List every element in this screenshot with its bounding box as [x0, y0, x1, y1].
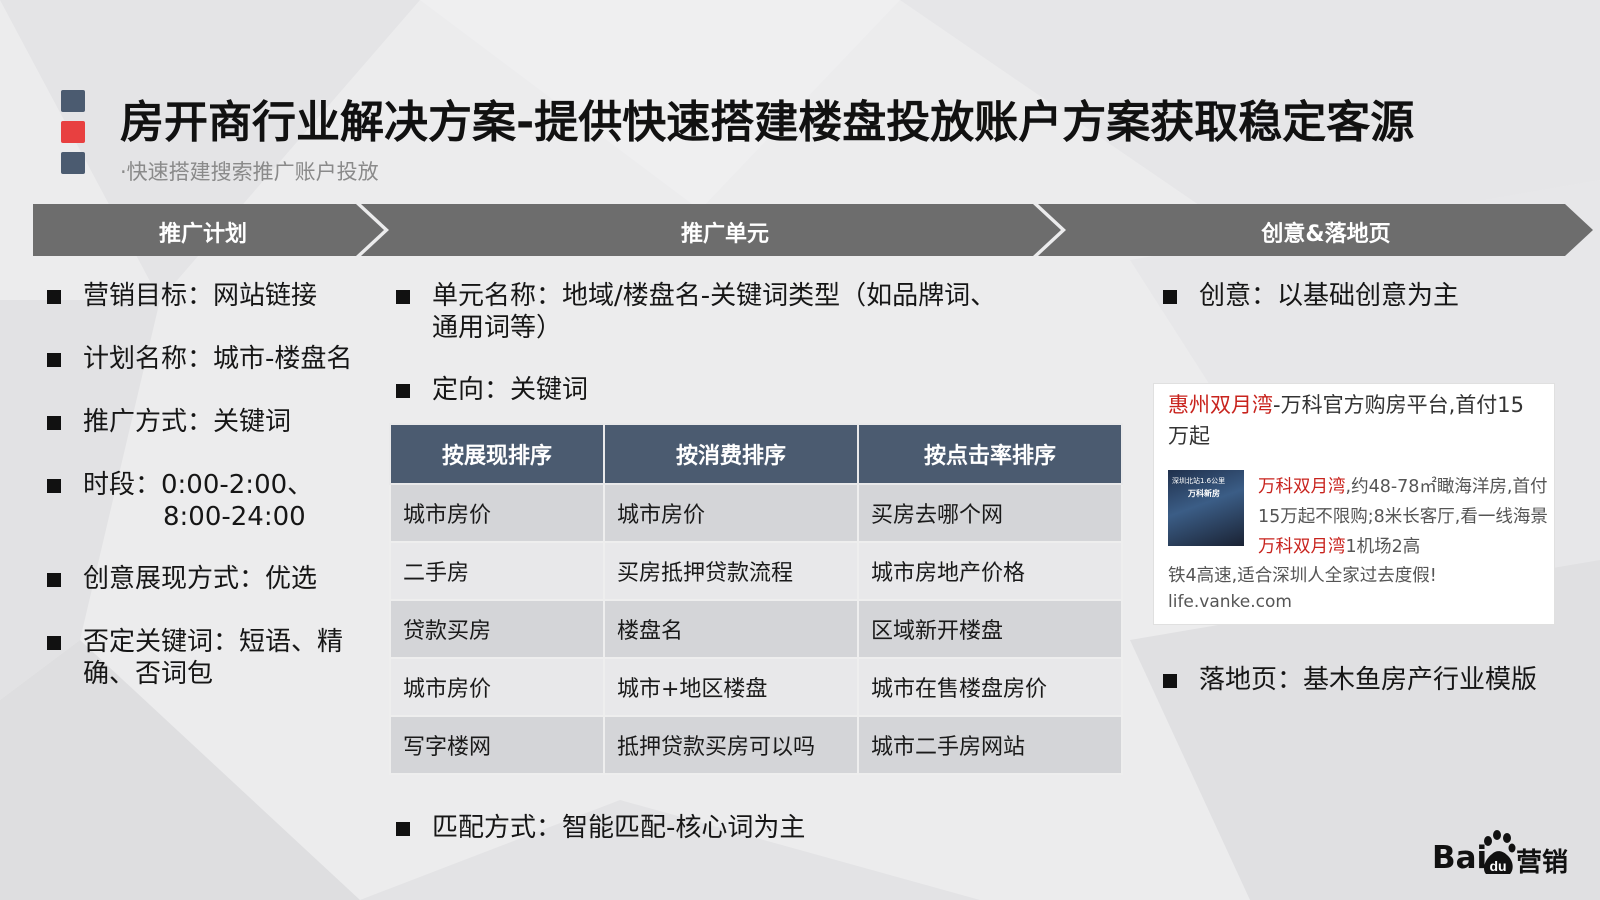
paw-icon: du: [1484, 830, 1516, 874]
column-header-impressions: 按展现排序: [389, 423, 605, 485]
table-row: 城市房价 城市+地区楼盘 城市在售楼盘房价: [389, 657, 1123, 717]
title-markers: [61, 90, 85, 183]
ad-url[interactable]: life.vanke.com: [1168, 592, 1292, 612]
table-row: 城市房价 城市房价 买房去哪个网: [389, 483, 1123, 543]
table-row: 写字楼网 抵押贷款买房可以吗 城市二手房网站: [389, 715, 1123, 775]
svg-text:du: du: [1489, 858, 1506, 874]
table-cell: 楼盘名: [603, 599, 859, 659]
unit-list: 单元名称：地域/楼盘名-关键词类型（如品牌词、 通用词等） 定向：关键词: [396, 280, 1116, 406]
plan-item: 计划名称：城市-楼盘名: [47, 343, 387, 375]
bullet-square: [47, 290, 61, 304]
bullet-square: [396, 290, 410, 304]
page-title: 房开商行业解决方案-提供快速搭建楼盘投放账户方案获取稳定客源: [120, 97, 1415, 148]
ad-preview-card: 惠州双月湾-万科官方购房平台,首付15万起 深圳北站1.6公里 万科新房 万科双…: [1153, 383, 1555, 625]
bullet-square: [396, 384, 410, 398]
plan-item: 否定关键词：短语、精 确、否词包: [47, 626, 387, 690]
ad-title[interactable]: 惠州双月湾-万科官方购房平台,首付15万起: [1168, 390, 1543, 452]
table-cell: 城市+地区楼盘: [603, 657, 859, 717]
landing-list: 落地页：基木鱼房产行业模版: [1163, 664, 1583, 696]
table-header-row: 按展现排序 按消费排序 按点击率排序: [389, 423, 1123, 485]
match-list: 匹配方式：智能匹配-核心词为主: [396, 812, 1116, 844]
table-cell: 买房去哪个网: [857, 483, 1123, 543]
bullet-square: [1163, 290, 1177, 304]
marker-slate-bottom: [61, 152, 85, 174]
table-cell: 城市房地产价格: [857, 541, 1123, 601]
ad-description: 万科双月湾,约48-78㎡瞰海洋房,首付15万起不限购;8米长客厅,看一线海景万…: [1258, 477, 1548, 557]
bullet-square: [1163, 674, 1177, 688]
stage-label-unit: 推广单元: [680, 222, 769, 247]
plan-item: 推广方式：关键词: [47, 406, 387, 438]
marker-red: [61, 121, 85, 143]
unit-targeting-item: 定向：关键词: [396, 374, 1116, 406]
table-cell: 城市房价: [389, 483, 605, 543]
unit-match-item: 匹配方式：智能匹配-核心词为主: [396, 812, 1116, 844]
bullet-square: [47, 353, 61, 367]
plan-item: 创意展现方式：优选: [47, 563, 387, 595]
bullet-square: [47, 479, 61, 493]
creative-list: 创意：以基础创意为主: [1163, 280, 1583, 312]
ad-thumbnail[interactable]: 深圳北站1.6公里 万科新房: [1168, 470, 1244, 546]
table-cell: 城市在售楼盘房价: [857, 657, 1123, 717]
column-header-spend: 按消费排序: [603, 423, 859, 485]
table-cell: 抵押贷款买房可以吗: [603, 715, 859, 775]
plan-item: 时段：0:00-2:00、 8:00-24:00: [47, 469, 387, 533]
table-cell: 买房抵押贷款流程: [603, 541, 859, 601]
table-row: 二手房 买房抵押贷款流程 城市房地产价格: [389, 541, 1123, 601]
plan-item: 营销目标：网站链接: [47, 280, 387, 312]
stage-label-creative: 创意&落地页: [1261, 222, 1391, 247]
unit-name-item: 单元名称：地域/楼盘名-关键词类型（如品牌词、 通用词等）: [396, 280, 1116, 344]
table-row: 贷款买房 楼盘名 区域新开楼盘: [389, 599, 1123, 659]
stage-label-plan: 推广计划: [158, 222, 247, 247]
marker-slate-top: [61, 90, 85, 112]
bullet-square: [47, 573, 61, 587]
table-cell: 区域新开楼盘: [857, 599, 1123, 659]
column-header-ctr: 按点击率排序: [857, 423, 1123, 485]
creative-item: 创意：以基础创意为主: [1163, 280, 1583, 312]
bullet-square: [47, 416, 61, 430]
table-cell: 城市房价: [603, 483, 859, 543]
table-cell: 二手房: [389, 541, 605, 601]
table-cell: 贷款买房: [389, 599, 605, 659]
bullet-square: [396, 822, 410, 836]
baidu-marketing-logo: Bai du 营销: [1432, 830, 1582, 878]
ad-description-tail: 铁4高速,适合深圳人全家过去度假!: [1168, 566, 1437, 586]
table-cell: 城市房价: [389, 657, 605, 717]
landing-item: 落地页：基木鱼房产行业模版: [1163, 664, 1583, 696]
plan-list: 营销目标：网站链接 计划名称：城市-楼盘名 推广方式：关键词 时段：0:00-2…: [47, 280, 387, 690]
page-subtitle: ·快速搭建搜索推广账户投放: [120, 160, 379, 184]
table-cell: 城市二手房网站: [857, 715, 1123, 775]
bullet-square: [47, 636, 61, 650]
table-cell: 写字楼网: [389, 715, 605, 775]
keyword-table: 按展现排序 按消费排序 按点击率排序 城市房价 城市房价 买房去哪个网 二手房 …: [389, 423, 1123, 775]
